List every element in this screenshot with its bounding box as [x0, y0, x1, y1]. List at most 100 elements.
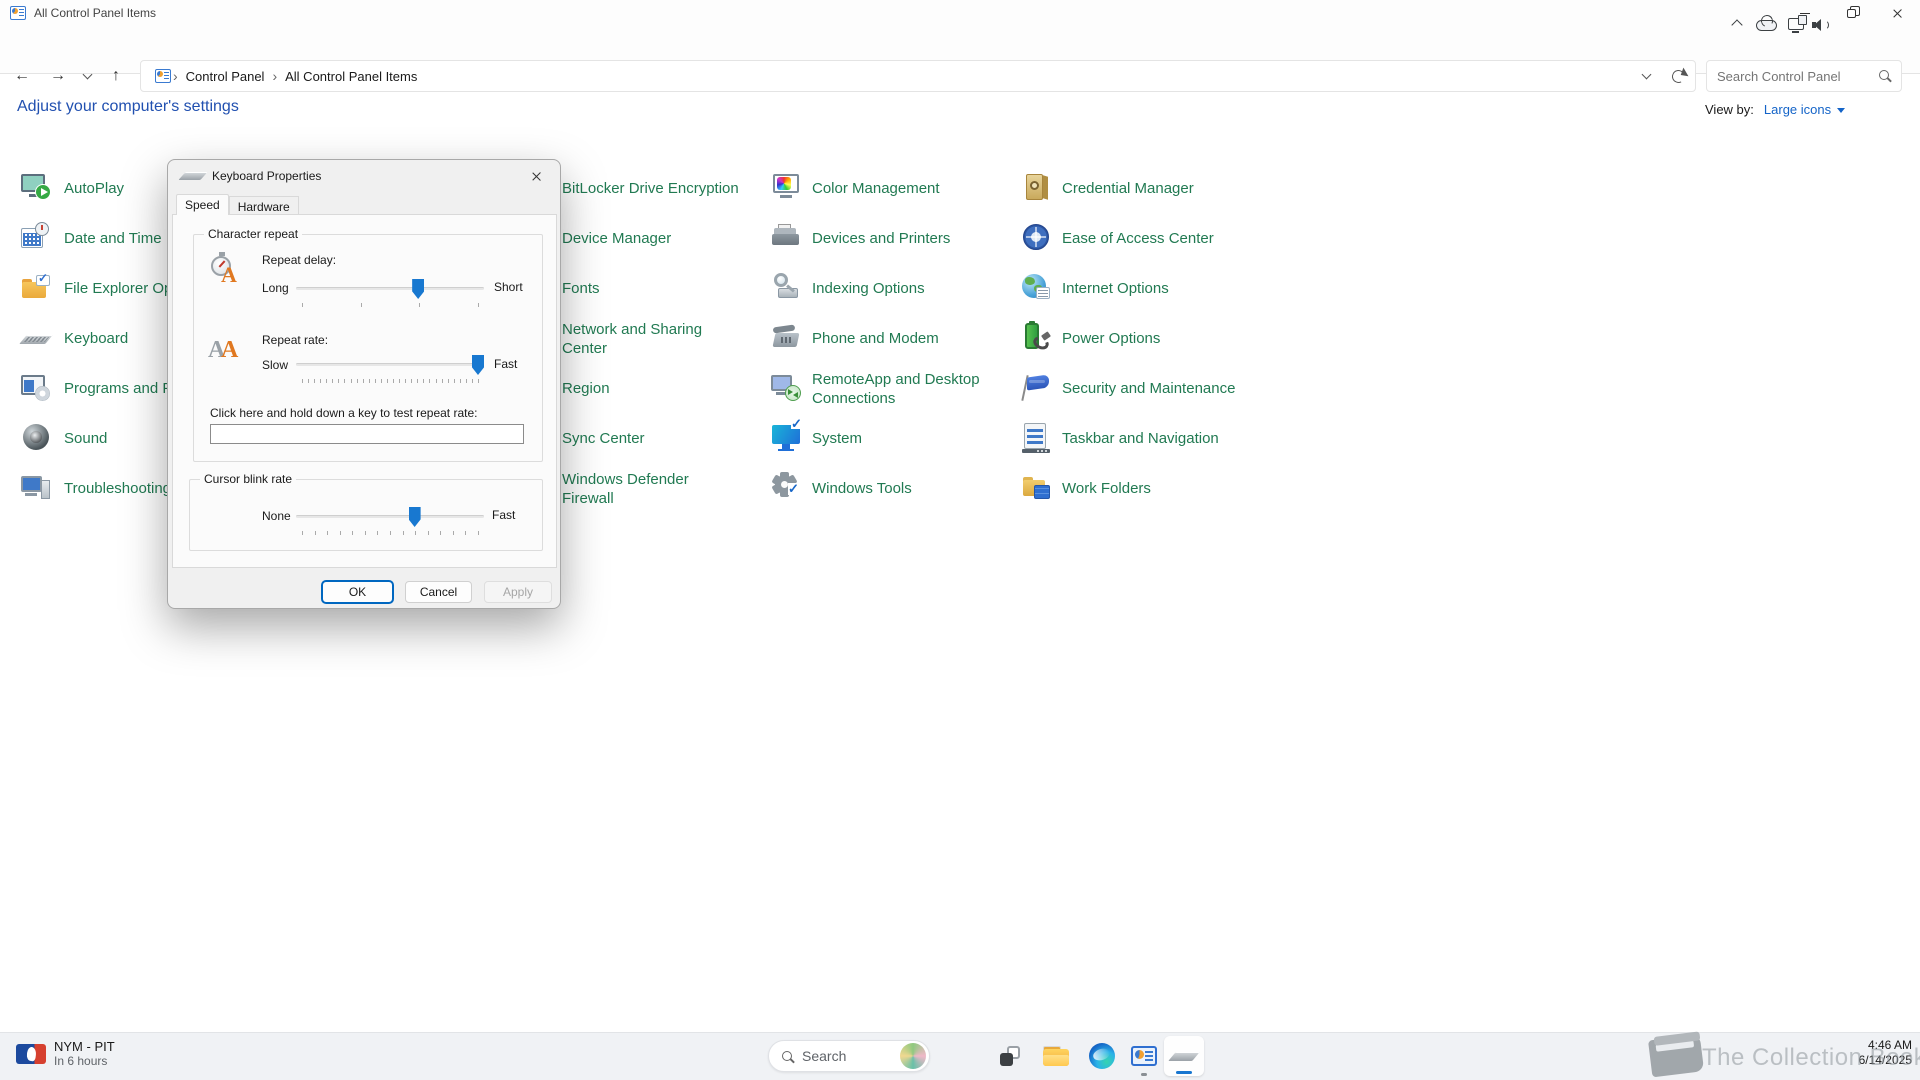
control-panel-item[interactable]: Security and Maintenance [1020, 371, 1270, 407]
control-panel-taskbar-button[interactable] [1126, 1038, 1162, 1074]
dialog-buttons: OK Cancel Apply [168, 581, 560, 605]
task-view-button[interactable] [992, 1038, 1028, 1074]
repeat-rate-icon: A A [208, 335, 240, 371]
repeat-delay-label: Repeat delay: [262, 253, 336, 267]
slider-ticks [302, 379, 478, 384]
dialog-close-button[interactable] [520, 163, 552, 189]
system-icon: ✓ [770, 421, 802, 453]
widget-line2: In 6 hours [54, 1054, 115, 1068]
restore-button[interactable] [1828, 0, 1874, 26]
repeat-delay-min: Long [262, 281, 289, 295]
breadcrumb-all-items[interactable]: All Control Panel Items [279, 69, 423, 84]
control-panel-item[interactable]: Work Folders [1020, 471, 1270, 507]
character-repeat-legend: Character repeat [204, 227, 302, 241]
autoplay-icon [20, 171, 52, 203]
taskbar-search[interactable]: Search [768, 1040, 930, 1072]
up-button[interactable]: ↑ [102, 62, 130, 90]
control-panel-item[interactable]: ✓System [770, 421, 1020, 457]
address-dropdown-icon[interactable] [1642, 70, 1652, 80]
control-panel-item[interactable]: Color Management [770, 171, 1020, 207]
view-by-dropdown[interactable]: Large icons [1764, 102, 1845, 117]
view-by-label: View by: [1705, 102, 1754, 117]
keyboard-properties-dialog: Keyboard Properties Speed Hardware Chara… [167, 159, 561, 609]
taskbar-clock[interactable]: 4:46 AM 6/14/2025 [1859, 1038, 1912, 1068]
close-icon [531, 171, 542, 182]
control-panel-item[interactable]: Indexing Options [770, 271, 1020, 307]
color-management-icon [770, 171, 802, 203]
slider-thumb[interactable] [472, 355, 484, 375]
close-icon [1892, 8, 1903, 19]
edge-button[interactable] [1084, 1038, 1120, 1074]
control-panel-item[interactable]: Phone and Modem [770, 321, 1020, 357]
apply-button[interactable]: Apply [484, 581, 552, 603]
tray-time: 4:46 AM [1859, 1038, 1912, 1053]
repeat-rate-max: Fast [494, 357, 517, 371]
chevron-down-icon [1837, 108, 1845, 113]
tab-hardware[interactable]: Hardware [229, 196, 299, 215]
tray-date: 6/14/2025 [1859, 1053, 1912, 1068]
speaker-icon [1812, 18, 1831, 32]
control-panel-item[interactable]: Taskbar and Navigation [1020, 421, 1270, 457]
chevron-down-icon [82, 70, 92, 80]
keyboard-icon [178, 172, 207, 180]
minimize-icon [1800, 13, 1810, 14]
control-panel-item[interactable]: Devices and Printers [770, 221, 1020, 257]
control-panel-item-label: BitLocker Drive Encryption [562, 179, 777, 198]
cursor-blink-slider[interactable] [296, 507, 484, 537]
task-view-icon [1000, 1046, 1020, 1066]
dialog-titlebar: Keyboard Properties [168, 160, 560, 192]
control-panel-item-label: Indexing Options [812, 279, 1027, 298]
repeat-rate-test-input[interactable] [210, 424, 524, 444]
speed-tab-page: Character repeat A Repeat delay: Long Sh… [172, 214, 557, 568]
power-options-icon [1020, 321, 1052, 353]
back-button[interactable]: ← [8, 62, 36, 90]
control-panel-item-label: Windows Tools [812, 479, 1027, 498]
search-icon [782, 1051, 792, 1061]
search-input[interactable] [1717, 65, 1877, 87]
close-button[interactable] [1874, 0, 1920, 26]
control-panel-item-label: RemoteApp and Desktop Connections [812, 370, 1027, 408]
keyboard-icon [20, 321, 52, 353]
control-panel-item[interactable]: Power Options [1020, 321, 1270, 357]
file-explorer-button[interactable] [1038, 1038, 1074, 1074]
slider-thumb[interactable] [412, 279, 424, 299]
control-panel-item-label: Power Options [1062, 329, 1277, 348]
control-panel-item[interactable]: RemoteApp and Desktop Connections [770, 371, 1020, 407]
cloud-icon [1756, 20, 1777, 31]
date-time-icon [20, 221, 52, 253]
window-titlebar: All Control Panel Items [0, 0, 1920, 26]
breadcrumb-separator: › [270, 68, 279, 84]
remoteapp-icon [770, 371, 802, 403]
control-panel-item[interactable]: Internet Options [1020, 271, 1270, 307]
search-box[interactable] [1706, 60, 1902, 92]
cancel-button[interactable]: Cancel [405, 581, 472, 603]
slider-thumb[interactable] [409, 507, 421, 527]
control-panel-item-label: Taskbar and Navigation [1062, 429, 1277, 448]
ok-button[interactable]: OK [322, 581, 393, 603]
breadcrumb-control-panel[interactable]: Control Panel [180, 69, 271, 84]
slider-ticks [302, 303, 478, 308]
repeat-rate-label: Repeat rate: [262, 333, 328, 347]
recent-locations-button[interactable] [76, 62, 98, 90]
control-panel-item[interactable]: Ease of Access Center [1020, 221, 1270, 257]
keyboard-properties-taskbar-button[interactable] [1164, 1036, 1204, 1076]
control-panel-item-label: Device Manager [562, 229, 777, 248]
repeat-delay-icon: A [210, 255, 242, 291]
cursor-blink-min: None [262, 509, 291, 523]
forward-button[interactable]: → [44, 62, 72, 90]
repeat-rate-slider[interactable] [296, 355, 484, 385]
control-panel-item-label: System [812, 429, 1027, 448]
windows-tools-icon: ✓ [770, 471, 802, 503]
dialog-tabs: Speed Hardware [176, 193, 299, 215]
work-folders-icon [1020, 471, 1052, 503]
search-icon [1879, 70, 1889, 80]
address-bar[interactable]: › Control Panel › All Control Panel Item… [140, 60, 1696, 92]
widgets-button[interactable]: NYM - PIT In 6 hours [10, 1037, 121, 1070]
control-panel-item[interactable]: ✓Windows Tools [770, 471, 1020, 507]
repeat-delay-slider[interactable] [296, 279, 484, 309]
control-panel-item-label: Network and Sharing Center [562, 320, 777, 358]
refresh-icon[interactable] [1670, 68, 1687, 85]
tab-speed[interactable]: Speed [176, 194, 229, 215]
cursor-blink-max: Fast [492, 508, 515, 522]
control-panel-item[interactable]: Credential Manager [1020, 171, 1270, 207]
